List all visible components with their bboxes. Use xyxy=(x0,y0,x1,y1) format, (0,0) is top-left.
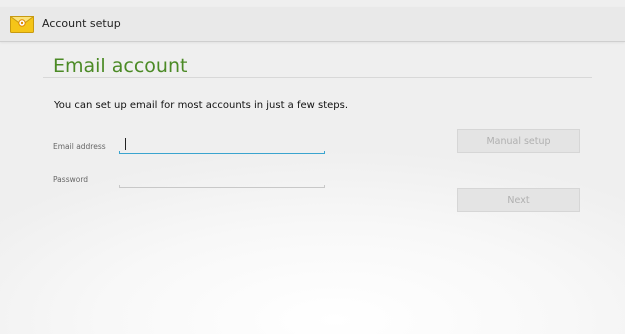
password-label: Password xyxy=(53,175,89,184)
email-field-underline xyxy=(119,151,325,154)
email-address-label: Email address xyxy=(53,142,106,151)
email-envelope-icon[interactable] xyxy=(8,16,36,33)
text-caret xyxy=(125,138,126,150)
page-title: Email account xyxy=(53,55,188,77)
action-bar: Account setup xyxy=(0,7,625,42)
manual-setup-button[interactable]: Manual setup xyxy=(457,129,580,153)
intro-text: You can set up email for most accounts i… xyxy=(54,100,349,111)
email-address-field[interactable] xyxy=(119,136,325,154)
password-field-underline xyxy=(119,185,325,188)
next-button[interactable]: Next xyxy=(457,188,580,212)
account-setup-screen: Account setup Email account You can set … xyxy=(0,0,625,334)
title-divider xyxy=(43,77,592,78)
action-bar-title: Account setup xyxy=(42,17,121,30)
password-field[interactable] xyxy=(119,170,325,188)
